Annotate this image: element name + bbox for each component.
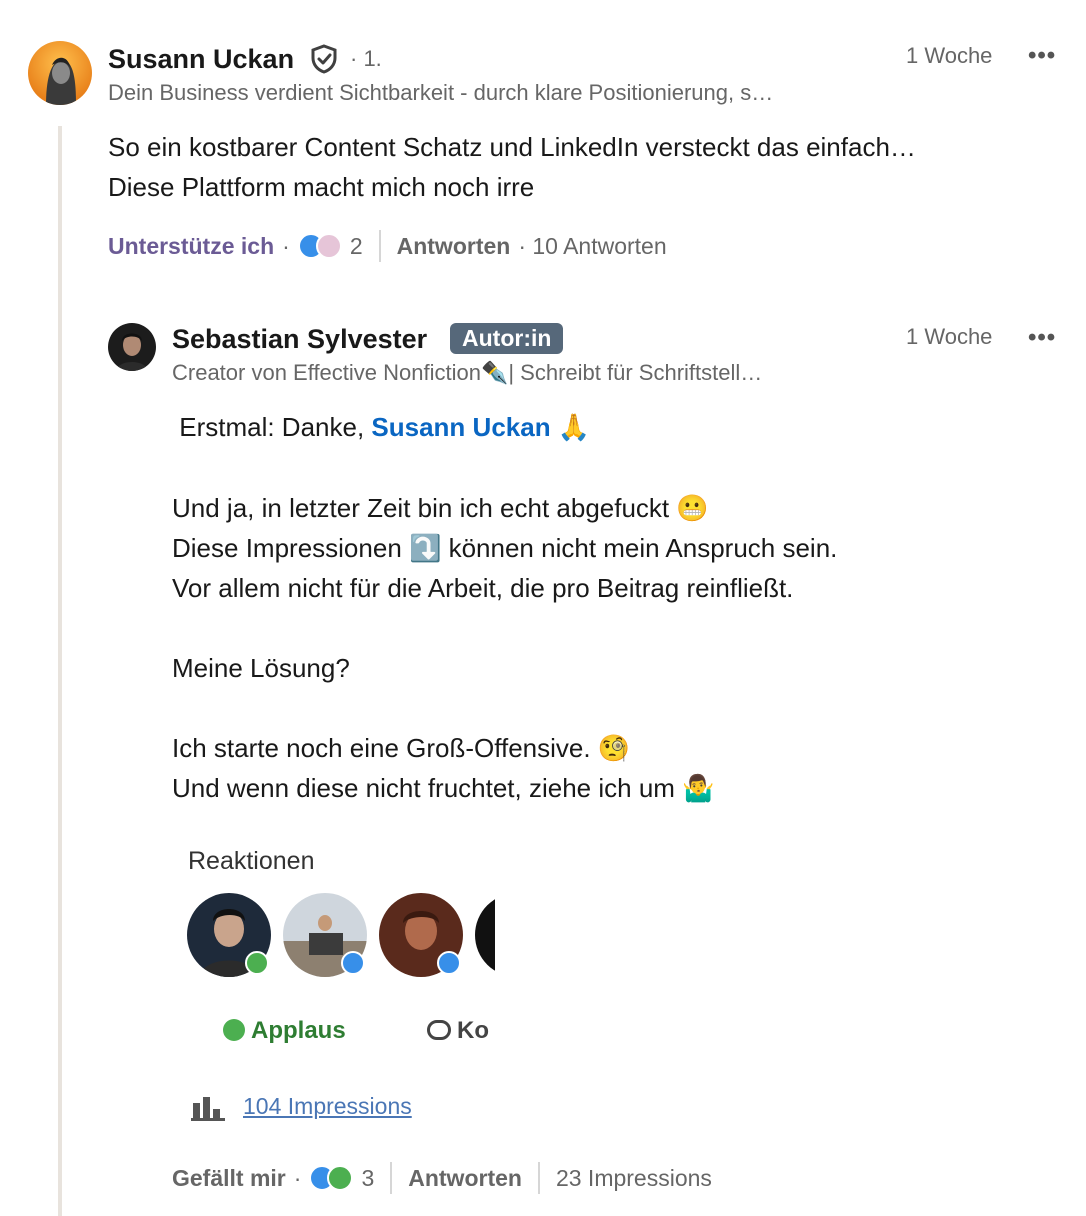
avatar-sebastian[interactable]: [108, 323, 156, 371]
replies-count[interactable]: · 10 Antworten: [518, 233, 666, 260]
applause-reaction-icon: [327, 1165, 354, 1191]
reaction-icons[interactable]: [297, 233, 342, 259]
reply-text-line: Meine Lösung?: [172, 653, 350, 683]
thread-line: [58, 126, 62, 1216]
pray-emoji-icon: 🙏: [557, 413, 591, 443]
reaction-count[interactable]: 3: [361, 1165, 374, 1192]
reply-text-line: Und wenn diese nicht fruchtet, ziehe ich…: [172, 773, 715, 803]
reply-text-line: Ich starte noch eine Groß-Offensive. 🧐: [172, 733, 631, 763]
comment-author-name[interactable]: Susann Uckan: [108, 44, 294, 75]
applause-tab[interactable]: Applaus: [223, 1017, 346, 1045]
reactions-title: Reaktionen: [188, 847, 315, 875]
embedded-reactions-screenshot[interactable]: Reaktionen Applaus Ko 104 Impressions: [185, 835, 495, 1135]
reply-text-line: Vor allem nicht für die Arbeit, die pro …: [172, 573, 794, 603]
divider: [378, 230, 381, 262]
applause-icon: [223, 1019, 245, 1041]
reply-action-bar: Gefällt mir · 3 Antworten 23 Impressions: [172, 1162, 712, 1194]
avatar-susann[interactable]: [28, 41, 92, 105]
comment-action-bar: Unterstütze ich · 2 Antworten · 10 Antwo…: [108, 230, 667, 262]
divider: [390, 1162, 393, 1194]
applause-badge-icon: [245, 951, 269, 975]
comment-more-options-button[interactable]: •••: [1028, 44, 1056, 68]
like-badge-icon: [437, 951, 461, 975]
reaction-icons[interactable]: [309, 1165, 354, 1191]
reply-text-line: Und ja, in letzter Zeit bin ich echt abg…: [172, 493, 709, 523]
reply-button[interactable]: Antworten: [397, 233, 511, 260]
comment-timestamp: 1 Woche: [906, 43, 993, 68]
reaction-count[interactable]: 2: [350, 233, 363, 260]
reply-author-name[interactable]: Sebastian Sylvester: [172, 324, 427, 355]
reply-text-line: Diese Impressionen ⤵️ können nicht mein …: [172, 533, 838, 563]
author-badge: Autor:in: [450, 323, 564, 354]
separator-dot: ·: [282, 232, 290, 259]
comment-text-line: So ein kostbarer Content Schatz und Link…: [108, 132, 916, 162]
reply-greeting-line: Erstmal: Danke, Susann Uckan 🙏: [172, 407, 837, 448]
impressions-link[interactable]: 104 Impressions: [243, 1093, 412, 1120]
applause-tab-label: Applaus: [251, 1017, 346, 1044]
comment-text-line: Diese Plattform macht mich noch irre: [108, 172, 535, 202]
support-reaction-button[interactable]: Unterstütze ich: [108, 233, 274, 260]
reactor-avatar: [475, 893, 495, 977]
reply-more-options-button[interactable]: •••: [1028, 326, 1056, 350]
like-button[interactable]: Gefällt mir: [172, 1165, 286, 1192]
connection-degree: · 1.: [350, 46, 382, 71]
divider: [537, 1162, 540, 1194]
comments-tab[interactable]: Ko: [427, 1017, 489, 1045]
like-badge-icon: [341, 951, 365, 975]
reply-author-headline: Creator von Effective Nonfiction✒️| Schr…: [172, 360, 763, 385]
verified-shield-icon: [310, 44, 338, 79]
comment-text: So ein kostbarer Content Schatz und Link…: [108, 127, 916, 207]
support-reaction-icon: [315, 233, 342, 259]
separator-dot: ·: [293, 1164, 302, 1191]
bar-chart-icon: [191, 1095, 225, 1126]
reply-button[interactable]: Antworten: [408, 1165, 522, 1192]
greeting-text: Erstmal: Danke,: [172, 412, 372, 442]
impressions-count[interactable]: 23 Impressions: [556, 1165, 712, 1192]
reply-timestamp: 1 Woche: [906, 324, 993, 349]
mention-link[interactable]: Susann Uckan: [371, 412, 550, 442]
comments-tab-label: Ko: [457, 1017, 489, 1044]
comment-bubble-icon: [427, 1020, 451, 1040]
comment-thread: Susann Uckan · 1. Dein Business verdient…: [0, 0, 1086, 1216]
comment-author-headline: Dein Business verdient Sichtbarkeit - du…: [108, 80, 774, 105]
reply-text: Erstmal: Danke, Susann Uckan 🙏 Und ja, i…: [172, 407, 837, 808]
